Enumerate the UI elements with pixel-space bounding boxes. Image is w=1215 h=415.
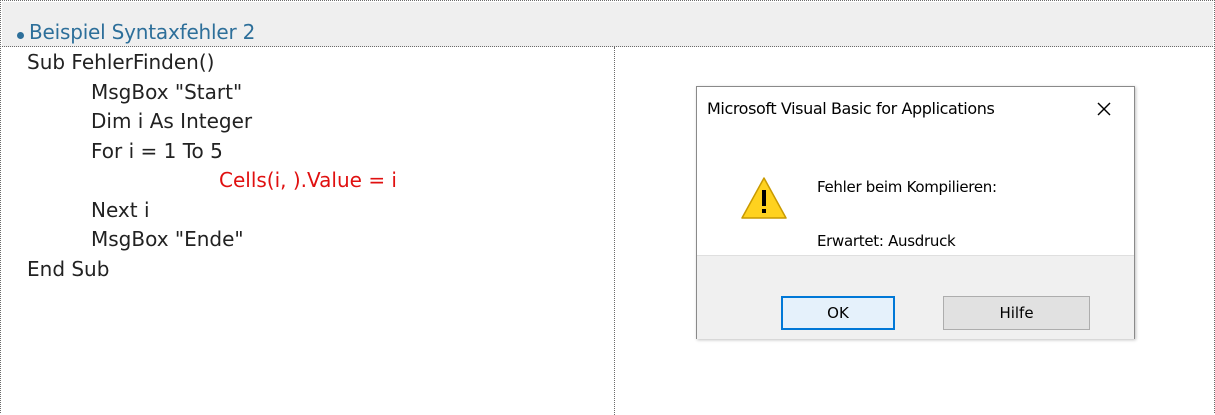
section-title: Beispiel Syntaxfehler 2 (29, 20, 256, 44)
code-line: MsgBox "Ende" (91, 227, 244, 251)
section-header: Beispiel Syntaxfehler 2 (2, 2, 1213, 47)
warning-icon (740, 176, 788, 220)
ok-button[interactable]: OK (781, 296, 895, 330)
dialog-titlebar[interactable]: Microsoft Visual Basic for Applications (697, 87, 1134, 131)
code-line: End Sub (27, 256, 110, 281)
code-block: Sub FehlerFinden() MsgBox "Start" Dim i … (27, 48, 397, 284)
code-line: MsgBox "Start" (91, 79, 243, 104)
help-button[interactable]: Hilfe (943, 296, 1090, 330)
code-line: Next i (91, 197, 150, 222)
column-divider (614, 47, 615, 415)
error-message-detail: Erwartet: Ausdruck (817, 232, 956, 250)
bullet-icon (17, 32, 24, 39)
code-line: Dim i As Integer (91, 109, 253, 133)
close-icon[interactable] (1088, 93, 1120, 125)
dialog-title: Microsoft Visual Basic for Applications (707, 99, 995, 118)
error-message-title: Fehler beim Kompilieren: (817, 178, 997, 196)
code-line-error: Cells(i, ).Value = i (219, 168, 397, 192)
code-line: Sub FehlerFinden() (27, 50, 215, 74)
dialog-footer: OK Hilfe (697, 255, 1134, 339)
code-line: For i = 1 To 5 (91, 138, 223, 163)
error-dialog: Microsoft Visual Basic for Applications … (696, 86, 1135, 339)
dialog-body: Fehler beim Kompilieren: Erwartet: Ausdr… (697, 131, 1134, 255)
